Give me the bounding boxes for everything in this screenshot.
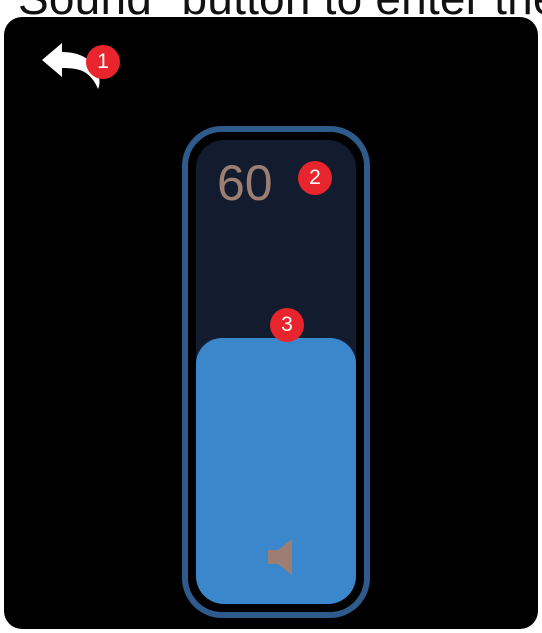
device-screen: 1 60 2 3	[4, 17, 538, 629]
annotation-badge: 2	[298, 161, 332, 195]
speaker-icon	[266, 535, 296, 579]
volume-value: 60	[217, 155, 273, 211]
screenshot-root: Sound" button to enter the 1 60 2 3	[0, 0, 542, 633]
annotation-badge: 3	[270, 308, 304, 342]
annotation-badge: 1	[86, 45, 120, 79]
